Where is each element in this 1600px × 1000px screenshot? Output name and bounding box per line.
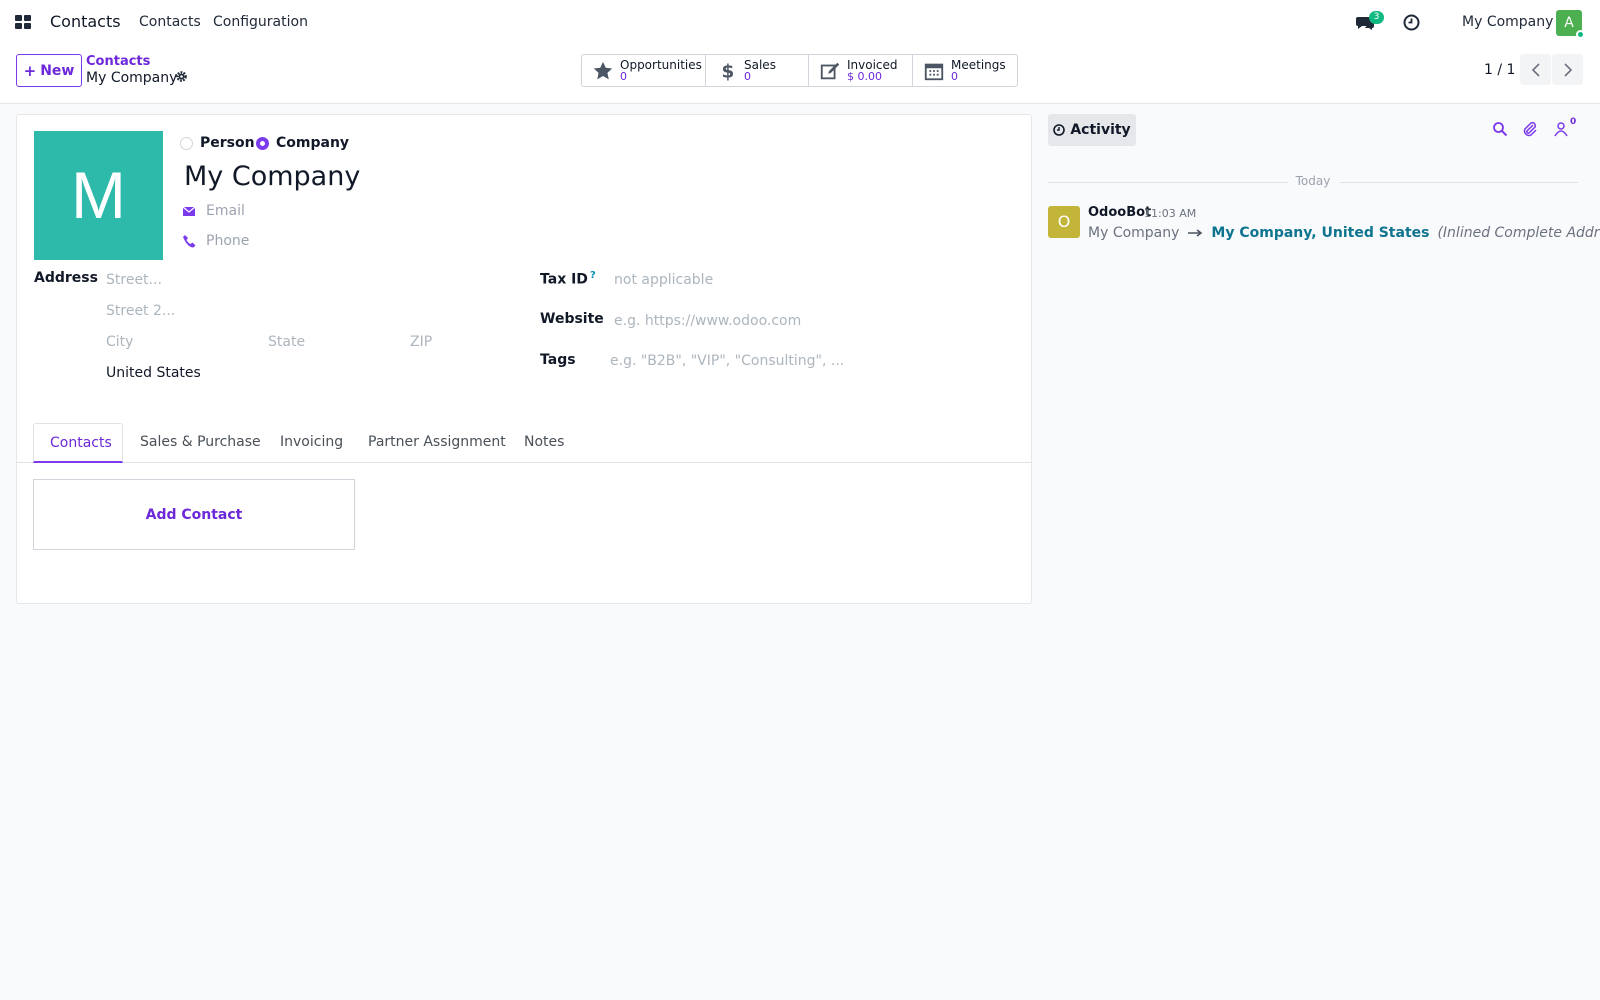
smart-button-label: Sales bbox=[744, 57, 776, 72]
country-input[interactable]: United States bbox=[106, 365, 201, 381]
tracking-new-value: My Company, United States bbox=[1211, 225, 1430, 241]
activity-label: Activity bbox=[1070, 122, 1131, 138]
date-separator: Today bbox=[1048, 174, 1578, 190]
radio-person-circle bbox=[180, 136, 193, 150]
search-icon[interactable] bbox=[1492, 121, 1508, 137]
website-label: Website bbox=[540, 311, 604, 327]
help-icon[interactable]: ? bbox=[590, 270, 596, 281]
dollar-icon: $ bbox=[722, 61, 735, 82]
pager-previous-button[interactable] bbox=[1520, 54, 1551, 85]
smart-button-label: Invoiced bbox=[847, 57, 898, 72]
top-navbar: Contacts Contacts Configuration 3 My Com… bbox=[0, 0, 1600, 46]
online-status-icon bbox=[1576, 30, 1585, 39]
street2-input[interactable]: Street 2... bbox=[106, 303, 175, 319]
tracking-field-name: (Inlined Complete Address) bbox=[1437, 225, 1600, 241]
tab-contacts[interactable]: Contacts bbox=[33, 423, 123, 463]
zip-input[interactable]: ZIP bbox=[410, 334, 432, 350]
radio-person-label: Person bbox=[200, 135, 255, 151]
svg-text:$: $ bbox=[722, 61, 735, 82]
radio-company-label: Company bbox=[276, 135, 350, 151]
followers-count: 0 bbox=[1570, 117, 1577, 127]
message-author[interactable]: OdooBot bbox=[1088, 205, 1151, 220]
radio-person[interactable]: Person bbox=[180, 135, 255, 151]
tracking-change: My Company My Company, United States (In… bbox=[1088, 225, 1600, 241]
email-placeholder: Email bbox=[206, 203, 245, 219]
meetings-smart-button[interactable]: Meetings 0 bbox=[913, 55, 1017, 86]
activity-button[interactable]: Activity bbox=[1048, 114, 1136, 146]
state-input[interactable]: State bbox=[268, 334, 305, 350]
smart-button-value: $ 0.00 bbox=[847, 69, 882, 83]
calendar-icon bbox=[924, 63, 944, 80]
pager-next-button[interactable] bbox=[1552, 54, 1583, 85]
tax-id-label-text: Tax ID bbox=[540, 271, 588, 288]
date-separator-label: Today bbox=[1295, 174, 1331, 188]
radio-company-circle bbox=[256, 136, 269, 150]
chat-count-badge: 3 bbox=[1369, 11, 1384, 24]
smart-buttons: Opportunities 0 $ Sales 0 Invoiced $ 0.00 M… bbox=[581, 54, 1018, 87]
tab-partner-assignment[interactable]: Partner Assignment bbox=[352, 423, 522, 463]
address-label: Address bbox=[34, 270, 98, 286]
plus-icon: + bbox=[23, 61, 37, 80]
envelope-icon bbox=[182, 206, 196, 216]
tags-input[interactable]: e.g. "B2B", "VIP", "Consulting", ... bbox=[610, 353, 844, 369]
smart-button-value: 0 bbox=[620, 69, 627, 83]
form-sheet: M Person Company My Company Email Phone … bbox=[16, 114, 1032, 604]
invoiced-smart-button[interactable]: Invoiced $ 0.00 bbox=[809, 55, 913, 86]
chevron-left-icon bbox=[1531, 62, 1540, 77]
company-name-field[interactable]: My Company bbox=[184, 161, 360, 192]
phone-field[interactable]: Phone bbox=[182, 233, 249, 249]
phone-placeholder: Phone bbox=[206, 233, 250, 249]
tracking-old-value: My Company bbox=[1088, 225, 1180, 241]
new-button-label: New bbox=[40, 62, 75, 79]
user-avatar[interactable]: A bbox=[1556, 10, 1585, 39]
tax-id-label: Tax ID? bbox=[540, 270, 596, 288]
city-input[interactable]: City bbox=[106, 334, 133, 350]
menu-contacts[interactable]: Contacts bbox=[139, 14, 201, 30]
tab-invoicing[interactable]: Invoicing bbox=[264, 423, 359, 463]
gear-icon[interactable] bbox=[175, 70, 188, 83]
breadcrumb-parent[interactable]: Contacts bbox=[86, 54, 150, 69]
smart-button-label: Opportunities bbox=[620, 57, 702, 72]
sales-smart-button[interactable]: $ Sales 0 bbox=[706, 55, 809, 86]
radio-company[interactable]: Company bbox=[256, 135, 349, 151]
arrow-right-icon bbox=[1188, 229, 1203, 237]
breadcrumb-current: My Company bbox=[86, 70, 178, 86]
tab-notes[interactable]: Notes bbox=[508, 423, 580, 463]
user-initial: A bbox=[1564, 15, 1574, 31]
smart-button-label: Meetings bbox=[951, 57, 1006, 72]
add-contact-button[interactable]: Add Contact bbox=[33, 479, 355, 550]
tax-id-input[interactable]: not applicable bbox=[614, 272, 713, 288]
notebook-tabs: Contacts Sales & Purchase Invoicing Part… bbox=[17, 423, 1031, 463]
apps-menu-icon[interactable] bbox=[15, 15, 31, 29]
message-time: 11:03 AM bbox=[1144, 207, 1197, 220]
tags-label: Tags bbox=[540, 352, 576, 368]
app-name[interactable]: Contacts bbox=[50, 12, 121, 31]
company-avatar[interactable]: M bbox=[34, 131, 163, 260]
paperclip-icon[interactable] bbox=[1522, 121, 1538, 137]
tab-sales-purchase[interactable]: Sales & Purchase bbox=[124, 423, 277, 463]
chevron-right-icon bbox=[1563, 62, 1572, 77]
control-panel: + New Contacts My Company Opportunities 0… bbox=[0, 46, 1600, 104]
clock-icon bbox=[1053, 124, 1066, 136]
followers-icon[interactable] bbox=[1553, 121, 1569, 137]
company-switcher[interactable]: My Company bbox=[1462, 14, 1553, 30]
clock-icon[interactable] bbox=[1403, 14, 1420, 31]
smart-button-value: 0 bbox=[951, 69, 958, 83]
phone-icon bbox=[183, 235, 196, 248]
edit-icon bbox=[820, 62, 840, 79]
odoobot-avatar[interactable]: O bbox=[1048, 206, 1080, 238]
separator-line-right bbox=[1340, 182, 1578, 183]
email-field[interactable]: Email bbox=[182, 203, 245, 219]
pager-value[interactable]: 1 / 1 bbox=[1484, 62, 1515, 78]
menu-configuration[interactable]: Configuration bbox=[213, 14, 308, 30]
star-icon bbox=[593, 61, 613, 79]
smart-button-value: 0 bbox=[744, 69, 751, 83]
opportunities-smart-button[interactable]: Opportunities 0 bbox=[582, 55, 706, 86]
website-input[interactable]: e.g. https://www.odoo.com bbox=[614, 313, 801, 329]
new-button[interactable]: + New bbox=[16, 54, 82, 87]
street-input[interactable]: Street... bbox=[106, 272, 162, 288]
